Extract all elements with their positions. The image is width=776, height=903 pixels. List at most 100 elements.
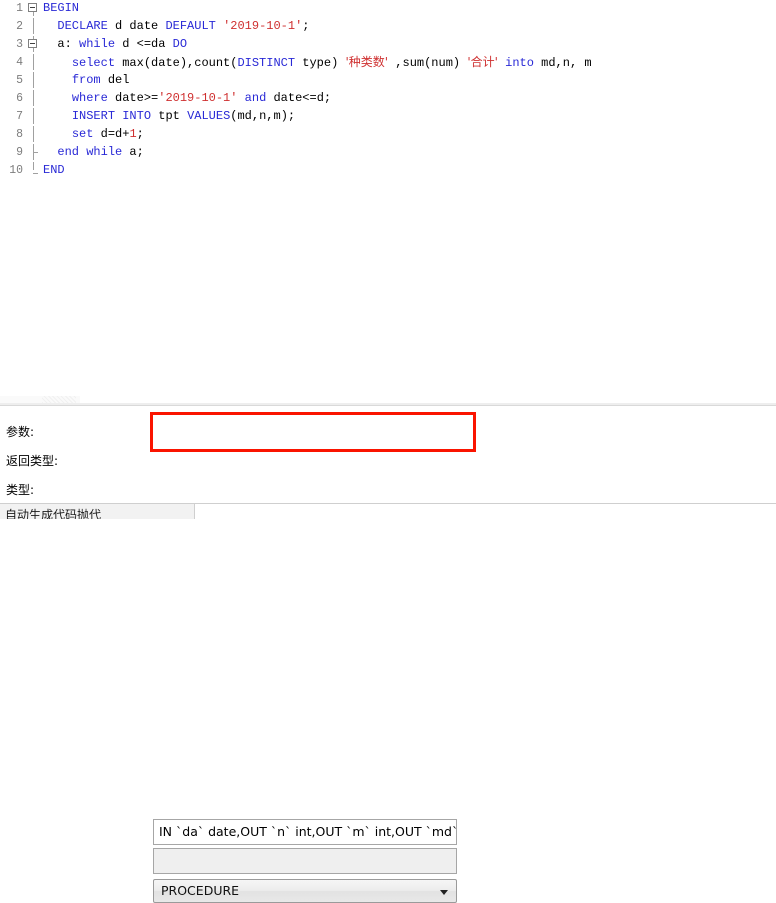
code-text: a: while d <=da DO [41, 36, 776, 54]
code-token: del [100, 73, 130, 87]
line-number: 7 [16, 110, 23, 123]
code-token: DISTINCT [237, 56, 296, 70]
panel-top-border [0, 405, 776, 406]
fold-marker[interactable] [27, 0, 41, 18]
code-text: INSERT INTO tpt VALUES(md,n,m); [41, 108, 776, 126]
fold-end-tick [33, 152, 38, 153]
status-bar-left-cell: 自动生成代码抛代 [0, 504, 195, 519]
line-number: 3 [16, 38, 23, 51]
fold-marker [27, 126, 41, 144]
line-number: 1 [16, 2, 23, 15]
fold-guide-line [33, 54, 34, 70]
line-number: 6 [16, 92, 23, 105]
code-token: (md,n,m); [230, 109, 296, 123]
code-token: d date [107, 19, 166, 33]
code-text: DECLARE d date DEFAULT '2019-10-1'; [41, 18, 776, 36]
fold-marker [27, 18, 41, 36]
code-line: 2 DECLARE d date DEFAULT '2019-10-1'; [0, 18, 776, 36]
code-text: select max(date),count(DISTINCT type) '种… [41, 54, 776, 72]
code-token: '2019-10-1' [223, 19, 303, 33]
code-line: 6 where date>='2019-10-1' and date<=d; [0, 90, 776, 108]
return-type-input[interactable] [153, 848, 457, 874]
code-token: '种类数' [345, 55, 389, 69]
code-token: from [71, 73, 101, 87]
return-type-label: 返回类型: [6, 454, 59, 468]
panel-splitter[interactable] [0, 396, 776, 405]
code-token: VALUES [187, 109, 231, 123]
code-text: from del [41, 72, 776, 90]
code-line: 4 select max(date),count(DISTINCT type) … [0, 54, 776, 72]
code-text: BEGIN [41, 0, 776, 18]
type-label: 类型: [6, 483, 35, 497]
fold-marker [27, 108, 41, 126]
params-input[interactable]: IN `da` date,OUT `n` int,OUT `m` int,OUT… [153, 819, 457, 845]
code-line: 5 from del [0, 72, 776, 90]
code-token: d=d+ [93, 127, 130, 141]
status-bar-label: 自动生成代码抛代 [5, 508, 102, 519]
fold-guide-line [33, 90, 34, 106]
code-token: type) [295, 56, 346, 70]
code-token: max(date),count( [115, 56, 238, 70]
code-token: and [244, 91, 267, 105]
params-label: 参数: [6, 425, 35, 439]
chevron-down-icon[interactable] [440, 890, 448, 895]
code-lines-table: 1 BEGIN 2 DECLARE d date DEFAULT '2019-10-… [0, 0, 776, 180]
code-token: a: [57, 37, 80, 51]
code-line: 3 a: while d <=da DO [0, 36, 776, 54]
code-token: while [79, 37, 116, 51]
code-token: select [71, 56, 116, 70]
fold-collapse-icon[interactable] [28, 3, 37, 12]
code-token: DO [172, 37, 188, 51]
splitter-grip[interactable] [0, 396, 80, 403]
line-number: 4 [16, 56, 23, 69]
code-token: ,sum(num) [388, 56, 468, 70]
code-token: INTO [122, 109, 152, 123]
line-number: 5 [16, 74, 23, 87]
code-token: 1 [129, 127, 137, 141]
fold-guide-line [33, 18, 34, 34]
fold-end-tick [33, 173, 38, 174]
code-token: ; [302, 19, 310, 33]
code-token: '合计' [467, 55, 498, 69]
code-token: md,n, m [533, 56, 592, 70]
fold-marker [27, 54, 41, 72]
code-token: date>= [107, 91, 159, 105]
code-token: DECLARE [57, 19, 108, 33]
code-token: BEGIN [43, 1, 80, 15]
code-token: INSERT [71, 109, 116, 123]
fold-marker [27, 162, 41, 180]
fold-guide-line [33, 162, 34, 170]
code-token: ; [136, 127, 144, 141]
type-dropdown[interactable]: PROCEDURE [153, 879, 457, 903]
code-token: d <=da [115, 37, 173, 51]
code-token: tpt [151, 109, 188, 123]
fold-collapse-icon[interactable] [28, 39, 37, 48]
code-text: set d=d+1; [41, 126, 776, 144]
status-bar: 自动生成代码抛代 [0, 503, 776, 519]
type-dropdown-value: PROCEDURE [161, 883, 240, 898]
fold-guide-line [33, 108, 34, 124]
line-number: 8 [16, 128, 23, 141]
code-token: a; [122, 145, 144, 159]
splitter-grip-dots-icon [42, 396, 76, 403]
code-token: into [505, 56, 534, 70]
code-token: DEFAULT [165, 19, 216, 33]
code-line: 10 END [0, 162, 776, 180]
line-number: 2 [16, 20, 23, 33]
code-token: set [71, 127, 94, 141]
procedure-properties-panel: 参数: IN `da` date,OUT `n` int,OUT `m` int… [0, 405, 776, 903]
sql-code-editor[interactable]: 1 BEGIN 2 DECLARE d date DEFAULT '2019-10-… [0, 0, 776, 396]
fold-marker [27, 90, 41, 108]
fold-marker[interactable] [27, 36, 41, 54]
code-token: END [43, 163, 65, 177]
